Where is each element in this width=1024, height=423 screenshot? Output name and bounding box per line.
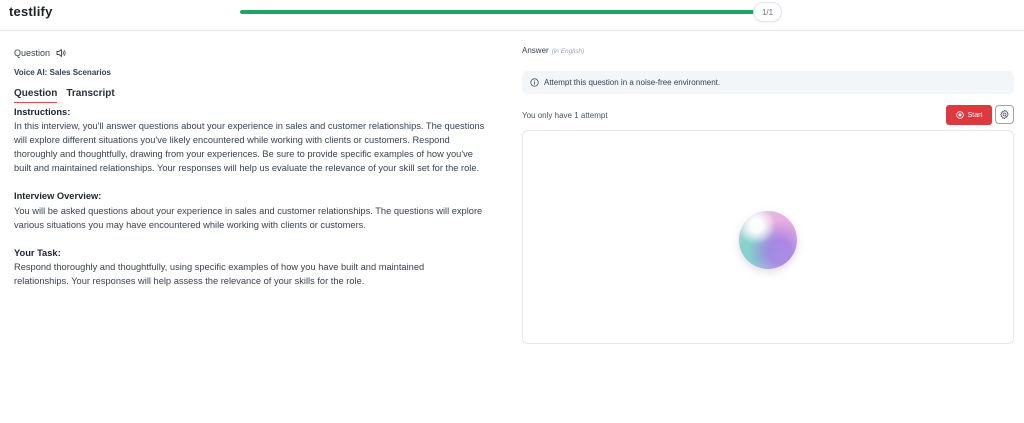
question-title: Voice AI: Sales Scenarios xyxy=(14,68,111,77)
content-line: various situations you may have encounte… xyxy=(14,219,366,230)
recording-actions: Start xyxy=(946,105,1014,125)
content-line: In this interview, you'll answer questio… xyxy=(14,121,485,132)
info-icon xyxy=(530,78,539,87)
progress-counter: 1/1 xyxy=(753,2,782,22)
content-line: thoroughly and thoughtfully, drawing fro… xyxy=(14,149,473,160)
tab-transcript[interactable]: Transcript xyxy=(66,88,114,103)
question-header: Question xyxy=(14,46,504,60)
record-icon xyxy=(955,111,964,119)
gear-icon xyxy=(1000,109,1009,120)
notice-text: Attempt this question in a noise-free en… xyxy=(544,78,721,87)
progress-fill xyxy=(240,10,760,14)
settings-button[interactable] xyxy=(995,105,1014,124)
question-panel: Question Voice AI: Sales Scenarios Quest… xyxy=(14,46,504,288)
question-heading: Question xyxy=(14,48,51,58)
noise-notice: Attempt this question in a noise-free en… xyxy=(522,71,1014,94)
language-note: (in English) xyxy=(551,48,585,55)
recording-area xyxy=(522,130,1014,344)
content-line: relationships. Your responses will help … xyxy=(14,275,365,286)
attempt-row: You only have 1 attempt Start xyxy=(522,105,1014,125)
start-button[interactable]: Start xyxy=(946,105,992,125)
section-heading: Interview Overview: xyxy=(14,191,102,202)
start-label: Start xyxy=(967,111,983,119)
content-line: will explore different situations you've… xyxy=(14,135,450,146)
brand-logo: testlify xyxy=(9,4,53,19)
top-bar: testlify 1/1 xyxy=(0,0,1024,31)
question-tabs: Question Transcript xyxy=(14,88,504,103)
content-line: built and maintained relationships. Your… xyxy=(14,163,480,174)
progress-bar xyxy=(240,10,760,14)
section-heading: Instructions: xyxy=(14,107,71,117)
answer-header: Answer (in English) xyxy=(522,46,1014,55)
speaker-icon[interactable] xyxy=(55,47,67,59)
answer-heading: Answer xyxy=(522,46,549,55)
section-heading: Your Task: xyxy=(14,247,61,258)
attempts-text: You only have 1 attempt xyxy=(522,110,608,120)
content-line: Respond thoroughly and thoughtfully, usi… xyxy=(14,261,425,272)
voice-orb xyxy=(739,211,797,269)
answer-panel: Answer (in English) Attempt this question… xyxy=(522,46,1014,344)
content-line: You will be asked questions about your e… xyxy=(14,205,483,216)
question-content: Instructions: In this interview, you'll … xyxy=(14,105,504,288)
tab-question[interactable]: Question xyxy=(14,88,58,103)
